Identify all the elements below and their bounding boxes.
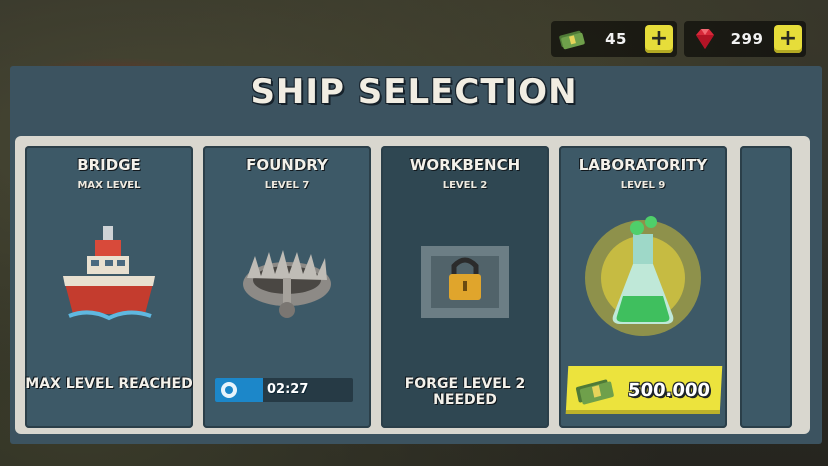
potion-flask-icon — [559, 206, 727, 366]
card-level: LEVEL 9 — [620, 180, 666, 191]
card-bridge[interactable]: BRIDGE MAX LEVEL MAX LEVEL REACHED — [25, 146, 193, 428]
cash-counter: 45 + — [551, 21, 677, 57]
card-level: MAX LEVEL — [77, 180, 141, 191]
next-card-edge[interactable] — [740, 146, 792, 428]
card-foundry[interactable]: FOUNDRY LEVEL 7 02:27 — [203, 146, 371, 428]
card-level: LEVEL 7 — [264, 180, 310, 191]
cash-stack-icon — [557, 27, 587, 51]
max-level-status: MAX LEVEL REACHED — [25, 376, 193, 392]
card-name: FOUNDRY — [246, 156, 328, 174]
gem-counter: 299 + — [684, 21, 806, 57]
card-level: LEVEL 2 — [442, 180, 488, 191]
timer-text: 02:27 — [267, 382, 309, 397]
requirement-text: FORGE LEVEL 2 NEEDED — [404, 376, 526, 408]
card-workbench[interactable]: WORKBENCH LEVEL 2 FORGE LEVEL 2 NEEDED — [381, 146, 549, 428]
locked-crate-icon — [381, 206, 549, 366]
plus-icon: + — [778, 26, 798, 51]
add-gems-button[interactable]: + — [774, 25, 802, 53]
ruby-gem-icon — [690, 27, 720, 51]
cash-amount: 45 — [605, 30, 627, 48]
purchase-button[interactable]: 500.000 — [565, 366, 723, 414]
add-cash-button[interactable]: + — [645, 25, 673, 53]
page-title: SHIP SELECTION — [250, 72, 578, 112]
timer-icon — [221, 382, 237, 398]
card-name: BRIDGE — [77, 156, 141, 174]
ship-icon — [25, 206, 193, 366]
card-name: LABORATORITY — [578, 156, 708, 174]
gem-amount: 299 — [730, 30, 764, 48]
price-label: 500.000 — [627, 379, 711, 401]
card-laboratority[interactable]: LABORATORITY LEVEL 9 500.000 — [559, 146, 727, 428]
cash-stack-icon — [575, 379, 614, 405]
upgrade-timer: 02:27 — [215, 378, 353, 402]
card-name: WORKBENCH — [409, 156, 521, 174]
plus-icon: + — [649, 26, 669, 51]
bear-trap-icon — [203, 206, 371, 366]
